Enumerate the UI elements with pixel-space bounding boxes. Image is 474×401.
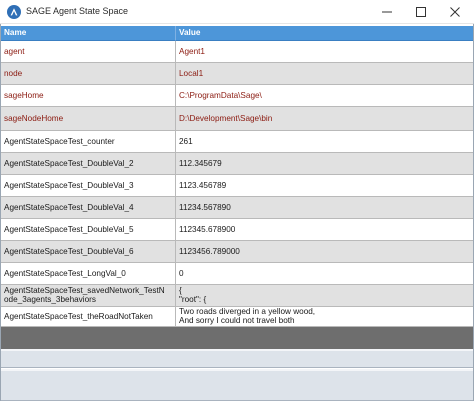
window-title: SAGE Agent State Space xyxy=(26,6,129,16)
value-cell[interactable]: 112345.678900 xyxy=(176,219,473,241)
table-row[interactable]: agent Agent1 xyxy=(1,41,473,63)
table-row[interactable]: AgentStateSpaceTest_DoubleVal_4 11234.56… xyxy=(1,197,473,219)
value-cell[interactable]: 11234.567890 xyxy=(176,197,473,219)
table-row[interactable]: sageNodeHome D:\Development\Sage\bin xyxy=(1,107,473,131)
table-row[interactable]: node Local1 xyxy=(1,63,473,85)
value-cell[interactable]: 0 xyxy=(176,263,473,285)
name-cell[interactable]: AgentStateSpaceTest_theRoadNotTaken xyxy=(1,307,176,327)
value-cell[interactable]: C:\ProgramData\Sage\ xyxy=(176,85,473,107)
name-cell[interactable]: node xyxy=(1,63,176,85)
value-cell[interactable]: D:\Development\Sage\bin xyxy=(176,107,473,131)
value-cell[interactable]: Local1 xyxy=(176,63,473,85)
table-row[interactable]: AgentStateSpaceTest_counter 261 xyxy=(1,131,473,153)
maximize-button[interactable] xyxy=(404,0,438,24)
name-cell[interactable]: AgentStateSpaceTest_DoubleVal_6 xyxy=(1,241,176,263)
table-header-row: Name Value xyxy=(1,26,473,41)
value-cell[interactable]: Two roads diverged in a yellow wood, And… xyxy=(176,307,473,327)
name-cell[interactable]: AgentStateSpaceTest_counter xyxy=(1,131,176,153)
value-cell[interactable]: Agent1 xyxy=(176,41,473,63)
table-row[interactable]: AgentStateSpaceTest_DoubleVal_2 112.3456… xyxy=(1,153,473,175)
value-cell[interactable]: { "root": { xyxy=(176,285,473,307)
minimize-icon xyxy=(382,11,392,13)
minimize-button[interactable] xyxy=(370,0,404,24)
table-row[interactable]: AgentStateSpaceTest_theRoadNotTaken Two … xyxy=(1,307,473,327)
close-icon xyxy=(450,7,460,17)
name-cell[interactable]: AgentStateSpaceTest_DoubleVal_4 xyxy=(1,197,176,219)
name-cell[interactable]: AgentStateSpaceTest_savedNetwork_TestN o… xyxy=(1,285,176,307)
name-cell[interactable]: AgentStateSpaceTest_DoubleVal_2 xyxy=(1,153,176,175)
title-bar: SAGE Agent State Space xyxy=(0,0,474,24)
table-footer-bar xyxy=(1,327,473,349)
value-cell[interactable]: 261 xyxy=(176,131,473,153)
name-cell[interactable]: AgentStateSpaceTest_DoubleVal_3 xyxy=(1,175,176,197)
column-header-name[interactable]: Name xyxy=(1,26,176,41)
table-row[interactable]: AgentStateSpaceTest_DoubleVal_6 1123456.… xyxy=(1,241,473,263)
name-cell[interactable]: AgentStateSpaceTest_DoubleVal_5 xyxy=(1,219,176,241)
name-cell[interactable]: sageNodeHome xyxy=(1,107,176,131)
table-row[interactable]: AgentStateSpaceTest_savedNetwork_TestN o… xyxy=(1,285,473,307)
column-header-value[interactable]: Value xyxy=(176,26,473,41)
table-row[interactable]: AgentStateSpaceTest_LongVal_0 0 xyxy=(1,263,473,285)
value-cell[interactable]: 1123.456789 xyxy=(176,175,473,197)
name-cell[interactable]: agent xyxy=(1,41,176,63)
sage-logo-icon xyxy=(7,5,21,19)
value-cell[interactable]: 112.345679 xyxy=(176,153,473,175)
table-row[interactable]: AgentStateSpaceTest_DoubleVal_5 112345.6… xyxy=(1,219,473,241)
table-row[interactable]: sageHome C:\ProgramData\Sage\ xyxy=(1,85,473,107)
name-cell[interactable]: AgentStateSpaceTest_LongVal_0 xyxy=(1,263,176,285)
status-panel xyxy=(1,369,473,401)
value-cell[interactable]: 1123456.789000 xyxy=(176,241,473,263)
close-button[interactable] xyxy=(438,0,472,24)
details-panel xyxy=(1,349,473,368)
table-row[interactable]: AgentStateSpaceTest_DoubleVal_3 1123.456… xyxy=(1,175,473,197)
name-cell[interactable]: sageHome xyxy=(1,85,176,107)
maximize-icon xyxy=(416,7,426,17)
